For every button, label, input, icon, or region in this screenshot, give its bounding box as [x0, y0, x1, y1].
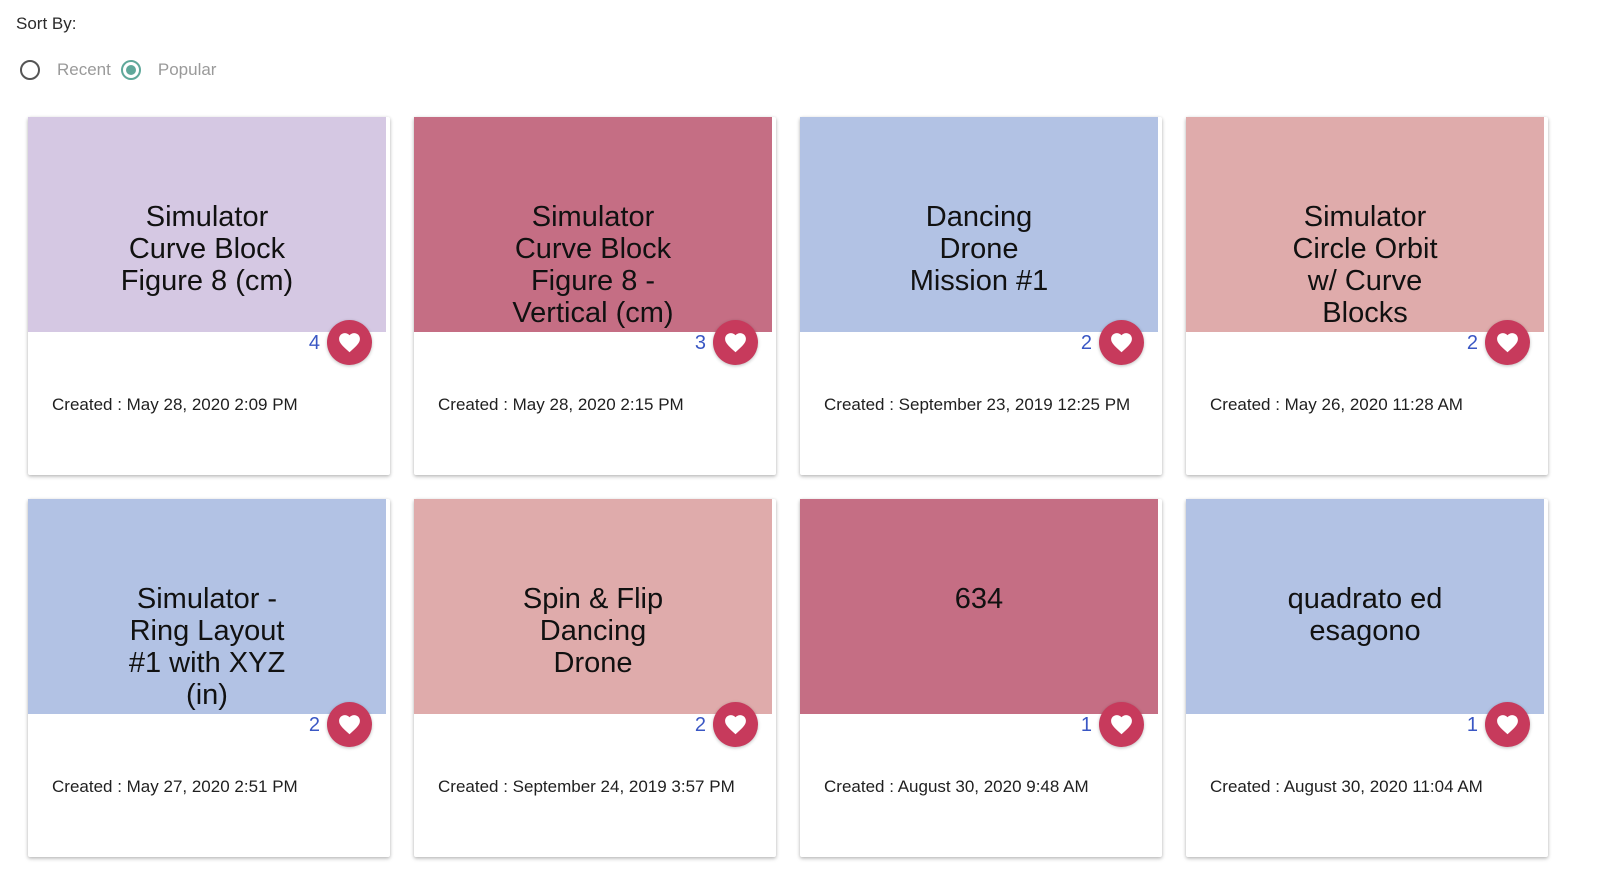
created-date: Created : May 27, 2020 2:51 PM	[52, 777, 298, 796]
card-title: Spin & Flip Dancing Drone	[522, 583, 664, 679]
like-count: 2	[308, 714, 320, 736]
like-count: 1	[1080, 714, 1092, 736]
mission-card[interactable]: Simulator Curve Block Figure 8 (cm) 4 Crea…	[28, 117, 390, 475]
card-title: Dancing Drone Mission #1	[909, 201, 1049, 297]
like-button[interactable]	[713, 702, 758, 747]
created-date: Created : May 28, 2020 2:15 PM	[438, 395, 684, 414]
like-count: 2	[1080, 332, 1092, 354]
mission-card[interactable]: Simulator - Ring Layout #1 with XYZ (in)…	[28, 499, 390, 857]
card-title: Simulator Circle Orbit w/ Curve Blocks	[1292, 201, 1438, 329]
like-button[interactable]	[327, 320, 372, 365]
mission-card[interactable]: quadrato ed esagono 1 Created : August 30,…	[1186, 499, 1548, 857]
heart-icon	[337, 712, 362, 737]
card-title: Simulator - Ring Layout #1 with XYZ (in)	[128, 583, 286, 711]
mission-card[interactable]: Spin & Flip Dancing Drone 2 Created : Sept…	[414, 499, 776, 857]
like-count: 3	[694, 332, 706, 354]
created-date: Created : May 26, 2020 11:28 AM	[1210, 395, 1463, 414]
mission-card[interactable]: Simulator Curve Block Figure 8 - Vertica…	[414, 117, 776, 475]
like-count: 2	[694, 714, 706, 736]
card-title: 634	[954, 583, 1004, 615]
mission-card[interactable]: Simulator Circle Orbit w/ Curve Blocks 2 C…	[1186, 117, 1548, 475]
sort-options: Recent Popular	[20, 58, 226, 82]
card-cover[interactable]: Simulator Curve Block Figure 8 (cm)	[28, 117, 386, 332]
card-cover[interactable]: Dancing Drone Mission #1	[800, 117, 1158, 332]
created-date: Created : August 30, 2020 9:48 AM	[824, 777, 1089, 796]
heart-icon	[1109, 330, 1134, 355]
sort-popular-radio[interactable]	[120, 60, 141, 80]
like-button[interactable]	[1485, 702, 1530, 747]
heart-icon	[723, 330, 748, 355]
sort-by-label: Sort By:	[16, 14, 77, 33]
card-title: Simulator Curve Block Figure 8 (cm)	[120, 201, 294, 297]
card-title: Simulator Curve Block Figure 8 - Vertica…	[512, 201, 674, 329]
like-count: 4	[308, 332, 320, 354]
like-button[interactable]	[327, 702, 372, 747]
like-button[interactable]	[713, 320, 758, 365]
created-date: Created : August 30, 2020 11:04 AM	[1210, 777, 1483, 796]
heart-icon	[1495, 330, 1520, 355]
card-cover[interactable]: Simulator Circle Orbit w/ Curve Blocks	[1186, 117, 1544, 332]
card-title: quadrato ed esagono	[1287, 583, 1443, 647]
created-date: Created : September 23, 2019 12:25 PM	[824, 395, 1131, 414]
mission-card[interactable]: Dancing Drone Mission #1 2 Created : Septe…	[800, 117, 1162, 475]
sort-recent-label[interactable]: Recent	[57, 60, 111, 80]
sort-recent-radio[interactable]	[20, 60, 40, 80]
like-button[interactable]	[1099, 702, 1144, 747]
like-count: 1	[1466, 714, 1478, 736]
created-date: Created : May 28, 2020 2:09 PM	[52, 395, 298, 414]
card-cover[interactable]: Spin & Flip Dancing Drone	[414, 499, 772, 714]
heart-icon	[337, 330, 362, 355]
card-cover[interactable]: 634	[800, 499, 1158, 714]
like-count: 2	[1466, 332, 1478, 354]
sort-popular-label[interactable]: Popular	[158, 60, 217, 80]
like-button[interactable]	[1485, 320, 1530, 365]
heart-icon	[1495, 712, 1520, 737]
mission-card[interactable]: 634 1 Created : August 30, 2020 9:48 AM	[800, 499, 1162, 857]
card-cover[interactable]: Simulator - Ring Layout #1 with XYZ (in)	[28, 499, 386, 714]
heart-icon	[723, 712, 748, 737]
like-button[interactable]	[1099, 320, 1144, 365]
heart-icon	[1109, 712, 1134, 737]
card-cover[interactable]: Simulator Curve Block Figure 8 - Vertica…	[414, 117, 772, 332]
radio-selected-dot	[125, 65, 136, 75]
mission-card-grid: Simulator Curve Block Figure 8 (cm) 4 Crea…	[28, 117, 1548, 857]
created-date: Created : September 24, 2019 3:57 PM	[438, 777, 735, 796]
card-cover[interactable]: quadrato ed esagono	[1186, 499, 1544, 714]
